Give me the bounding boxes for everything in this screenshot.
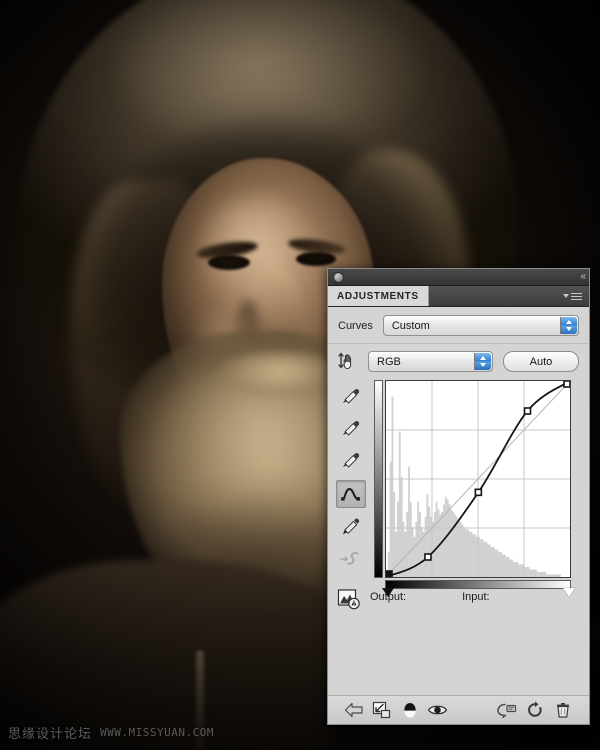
clip-to-layer-button[interactable] [368,699,396,721]
toggle-layer-visibility-button[interactable] [424,699,452,721]
panel-dot-icon [333,271,344,283]
curve-control-point[interactable] [424,553,432,561]
auto-button[interactable]: Auto [503,351,579,372]
curves-tool-column [334,380,368,572]
toggle-layer-mask-button[interactable] [396,699,424,721]
reset-adjustment-button[interactable] [521,699,549,721]
panel-bottom-bar [328,695,589,724]
curves-preset-select[interactable]: Custom [382,315,579,336]
view-previous-state-button[interactable] [493,699,521,721]
curves-preset-value: Custom [391,319,430,332]
channel-row: RGB Auto [328,344,589,378]
adjustments-panel: « ADJUSTMENTS Curves Custom RGB Auto Out… [327,268,590,725]
curves-plot[interactable] [385,380,571,578]
histogram-uncached-warning-icon[interactable] [334,586,364,612]
stepper-down-arrow-icon [480,363,486,367]
channel-stepper-icon[interactable] [474,353,491,370]
panel-body: Curves Custom RGB Auto Output: Input: [328,307,589,724]
panel-menu-lines-icon [571,292,582,300]
curves-label: Curves [338,319,373,332]
black-point-eyedropper-icon[interactable] [337,384,365,410]
white-point-slider[interactable] [563,588,575,597]
smooth-curve-icon[interactable] [337,546,365,572]
input-label: Input: [462,591,490,603]
panel-menu-icon[interactable] [563,286,589,306]
curves-graph-area [328,378,589,597]
on-image-adjustment-hand-icon[interactable] [336,352,358,372]
tab-adjustments[interactable]: ADJUSTMENTS [328,286,429,306]
panel-title-bar[interactable]: « [328,269,589,286]
gray-point-eyedropper-icon[interactable] [337,416,365,442]
edit-points-curve-icon[interactable] [336,480,366,508]
delete-adjustment-layer-button[interactable] [549,699,577,721]
curve-control-point[interactable] [523,407,532,415]
output-input-row: Output: Input: [328,572,589,612]
curves-plot-svg[interactable] [386,381,570,577]
stepper-up-arrow-icon [566,320,572,324]
channel-select[interactable]: RGB [368,351,493,372]
curve-control-point[interactable] [386,570,393,577]
curves-preset-stepper-icon[interactable] [560,317,577,334]
output-tone-ramp [374,380,383,578]
stepper-down-arrow-icon [566,327,572,331]
black-point-slider[interactable] [382,588,394,597]
panel-tab-row: ADJUSTMENTS [328,286,589,307]
tab-row-spacer [429,286,563,306]
panel-menu-triangle-icon [563,294,569,298]
curve-control-point[interactable] [474,488,483,497]
stepper-up-arrow-icon [480,356,486,360]
pencil-draw-curve-icon[interactable] [337,514,365,540]
curve-control-point[interactable] [563,381,570,388]
white-point-eyedropper-icon[interactable] [337,448,365,474]
collapse-double-arrow-icon[interactable]: « [580,272,585,282]
channel-value: RGB [377,355,401,368]
curves-preset-row: Curves Custom [328,307,589,344]
return-to-adjustment-list-button[interactable] [340,699,368,721]
input-tone-ramp [385,580,571,589]
